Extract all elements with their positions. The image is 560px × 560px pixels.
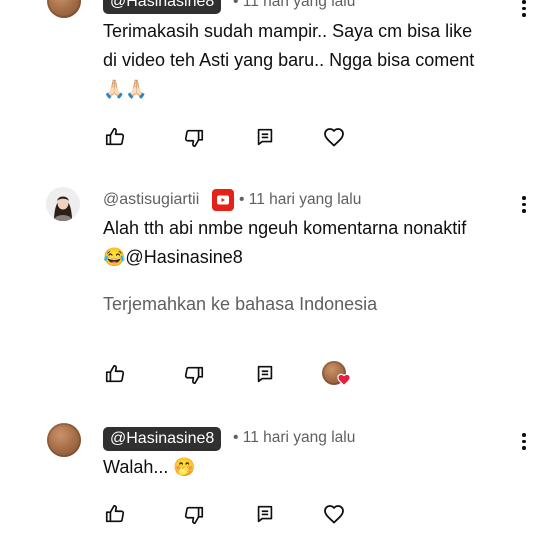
- reply-icon[interactable]: [254, 363, 276, 385]
- avatar[interactable]: [47, 0, 81, 18]
- mention-link[interactable]: @Hasinasine8: [125, 247, 242, 267]
- comment-text-line: Walah... 🤭: [103, 457, 196, 477]
- comment-meta: • 11 hari yang lalu: [239, 191, 361, 209]
- dislike-icon[interactable]: [183, 364, 205, 386]
- like-icon[interactable]: [104, 503, 126, 525]
- more-vert-icon[interactable]: [521, 0, 527, 17]
- comment-author[interactable]: @Hasinasine8: [103, 0, 222, 14]
- comment-text-line: 🙏🏻🙏🏻: [103, 79, 148, 99]
- more-vert-icon[interactable]: [521, 196, 527, 213]
- separator: •: [233, 429, 239, 446]
- dislike-icon[interactable]: [183, 127, 205, 149]
- like-icon[interactable]: [104, 363, 126, 385]
- heart-icon[interactable]: [322, 502, 346, 526]
- avatar[interactable]: [46, 187, 80, 221]
- separator: •: [239, 191, 245, 208]
- heart-icon: [337, 373, 351, 386]
- like-icon[interactable]: [104, 126, 126, 148]
- creator-heart: [322, 361, 352, 389]
- avatar[interactable]: [47, 423, 81, 457]
- comment-time: 11 hari yang lalu: [242, 429, 356, 446]
- comment-meta: • 11 hari yang lalu: [233, 429, 355, 447]
- comment-text-line: Alah tth abi nmbe ngeuh komentarna nonak…: [103, 218, 467, 238]
- reply-icon[interactable]: [254, 503, 276, 525]
- comment-text-line: 😂@Hasinasine8: [103, 243, 243, 272]
- comment-time: 11 hari yang lalu: [248, 191, 362, 208]
- comment-meta: • 11 hari yang lalu: [233, 0, 355, 11]
- comment-text-line: di video teh Asti yang baru.. Ngga bisa …: [103, 50, 475, 70]
- comment-author[interactable]: @astisugiartii: [103, 191, 199, 209]
- translate-link[interactable]: Terjemahkan ke bahasa Indonesia: [103, 294, 377, 315]
- heart-icon[interactable]: [322, 125, 346, 149]
- comment-author[interactable]: @Hasinasine8: [103, 427, 222, 451]
- dislike-icon[interactable]: [183, 504, 205, 526]
- channel-owner-badge: [212, 189, 234, 211]
- more-vert-icon[interactable]: [521, 433, 527, 450]
- play-icon: [217, 195, 229, 205]
- reply-icon[interactable]: [254, 126, 276, 148]
- separator: •: [233, 0, 239, 10]
- comment-time: 11 hari yang lalu: [242, 0, 356, 10]
- emoji: 😂: [103, 247, 126, 267]
- comment-text-line: Terimakasih sudah mampir.. Saya cm bisa …: [103, 21, 473, 41]
